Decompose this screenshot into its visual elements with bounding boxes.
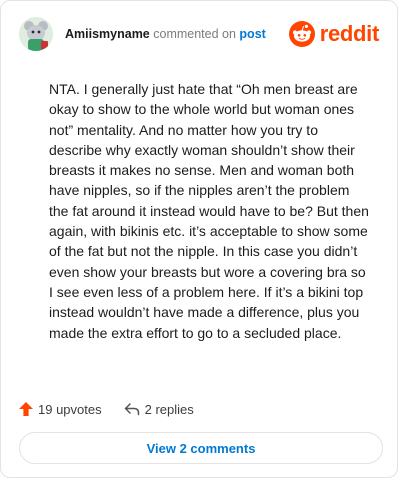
reddit-logo[interactable]: reddit (288, 19, 380, 49)
comment-footer: 19 upvotes 2 replies (19, 399, 194, 419)
reddit-wordmark: reddit (319, 21, 380, 46)
comment-body: NTA. I generally just hate that “Oh men … (49, 81, 369, 341)
reddit-snoo-icon (288, 21, 315, 47)
user-avatar[interactable] (19, 17, 53, 51)
upvote-button[interactable]: 19 upvotes (19, 402, 102, 417)
post-link[interactable]: post (239, 27, 265, 41)
comment-header: Amiismyname commented on post reddit (19, 17, 379, 51)
upvote-count: 19 upvotes (38, 401, 102, 417)
reply-arrow-icon (124, 403, 139, 416)
view-comments-button[interactable]: View 2 comments (19, 432, 383, 464)
username[interactable]: Amiismyname (65, 27, 150, 41)
reply-count: 2 replies (144, 401, 194, 417)
avatar-icon (19, 17, 53, 51)
replies-button[interactable]: 2 replies (124, 402, 194, 417)
comment-meta: Amiismyname commented on post (65, 27, 266, 41)
comment-action: commented on (153, 27, 236, 41)
comment-card: Amiismyname commented on post reddit NTA… (0, 0, 398, 478)
upvote-arrow-icon (19, 402, 33, 416)
